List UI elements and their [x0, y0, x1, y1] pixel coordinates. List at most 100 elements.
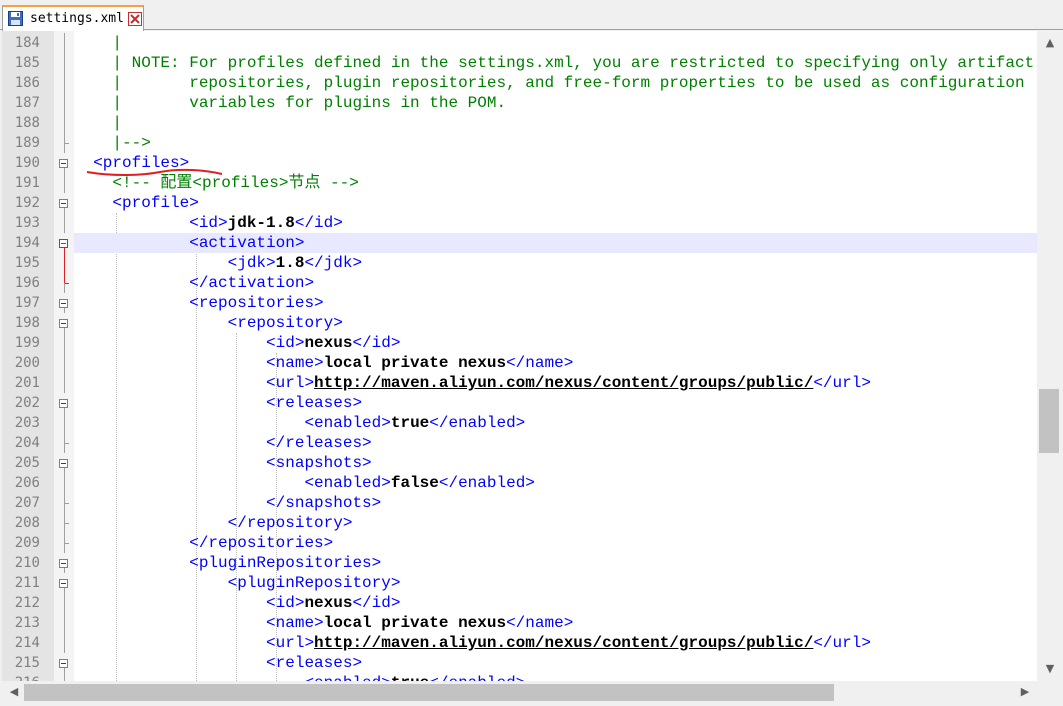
fold-guide-line — [64, 493, 65, 503]
xml-tag: <enabled> — [74, 414, 391, 432]
fold-toggle-icon[interactable] — [59, 299, 68, 308]
url-text: http://maven.aliyun.com/nexus/content/gr… — [314, 374, 814, 392]
code-line[interactable]: <enabled>false</enabled> — [74, 473, 1037, 493]
line-number: 213 — [14, 615, 40, 631]
code-line[interactable]: <repositories> — [74, 293, 1037, 313]
xml-tag: </jdk> — [304, 254, 363, 272]
line-number: 206 — [14, 475, 40, 491]
xml-tag: </url> — [813, 374, 871, 392]
code-editor[interactable]: 184 185 186 187 188 189 190 191 192 193 194 195 196 1… — [2, 31, 1037, 681]
code-line[interactable]: <name>local private nexus</name> — [74, 613, 1037, 633]
fold-toggle-icon[interactable] — [59, 319, 68, 328]
vertical-scrollbar[interactable]: ▲ ▼ — [1037, 31, 1063, 681]
code-line[interactable]: <profile> — [74, 193, 1037, 213]
code-line[interactable]: | NOTE: For profiles defined in the sett… — [74, 53, 1037, 73]
code-line[interactable]: </releases> — [74, 433, 1037, 453]
code-line[interactable]: | — [74, 113, 1037, 133]
line-number: 209 — [14, 535, 40, 551]
line-number: 184 — [14, 35, 40, 51]
fold-toggle-icon[interactable] — [59, 159, 68, 168]
scroll-down-arrow-icon[interactable]: ▼ — [1037, 659, 1063, 679]
fold-guide-line — [64, 673, 65, 681]
fold-guide-line — [64, 333, 65, 353]
xml-comment: | — [74, 34, 123, 52]
line-number: 189 — [14, 135, 40, 151]
fold-guide-line — [64, 633, 65, 653]
fold-guide-line — [64, 568, 65, 573]
code-line[interactable]: <id>nexus</id> — [74, 333, 1037, 353]
code-line[interactable]: <pluginRepository> — [74, 573, 1037, 593]
fold-guide-line — [64, 93, 65, 113]
line-number: 198 — [14, 315, 40, 331]
code-line[interactable]: <profiles> — [74, 153, 1037, 173]
fold-guide-line — [64, 503, 65, 513]
code-line[interactable]: <enabled>true</enabled> — [74, 413, 1037, 433]
code-line[interactable]: <url>http://maven.aliyun.com/nexus/conte… — [74, 373, 1037, 393]
code-line[interactable]: </activation> — [74, 273, 1037, 293]
tab-settings-xml[interactable]: settings.xml — [2, 5, 144, 31]
fold-guide-line — [64, 53, 65, 73]
code-line[interactable]: |--> — [74, 133, 1037, 153]
current-code-line[interactable]: <activation> — [74, 233, 1037, 253]
xml-text: jdk-1.8 — [227, 214, 295, 232]
xml-tag: <activation> — [74, 234, 305, 252]
line-number: 192 — [14, 195, 40, 211]
code-line[interactable]: <jdk>1.8</jdk> — [74, 253, 1037, 273]
code-line[interactable]: </snapshots> — [74, 493, 1037, 513]
code-line[interactable]: </repositories> — [74, 533, 1037, 553]
code-line[interactable]: <pluginRepositories> — [74, 553, 1037, 573]
code-line[interactable]: <url>http://maven.aliyun.com/nexus/conte… — [74, 633, 1037, 653]
code-line[interactable]: <repository> — [74, 313, 1037, 333]
fold-toggle-icon[interactable] — [59, 459, 68, 468]
xml-tag: </name> — [506, 354, 574, 372]
xml-tag: <enabled> — [74, 674, 390, 681]
scroll-up-arrow-icon[interactable]: ▲ — [1037, 33, 1063, 53]
scroll-left-arrow-icon[interactable]: ◀ — [4, 681, 24, 703]
xml-tag: <name> — [74, 354, 324, 372]
xml-tag: <jdk> — [74, 254, 276, 272]
code-line[interactable]: | — [74, 33, 1037, 53]
code-line[interactable]: <!-- 配置<profiles>节点 --> — [74, 173, 1037, 193]
fold-toggle-icon[interactable] — [59, 199, 68, 208]
fold-guide-line — [64, 283, 65, 293]
code-line[interactable]: <releases> — [74, 393, 1037, 413]
code-area[interactable]: | | NOTE: For profiles defined in the se… — [74, 31, 1037, 681]
xml-comment: <!-- 配置<profiles>节点 --> — [74, 174, 359, 192]
line-number: 215 — [14, 655, 40, 671]
code-line[interactable]: | variables for plugins in the POM. — [74, 93, 1037, 113]
code-line[interactable]: <id>nexus</id> — [74, 593, 1037, 613]
xml-tag: <id> — [74, 214, 228, 232]
horizontal-scrollbar[interactable]: ◀ ▶ — [2, 681, 1037, 703]
code-line[interactable]: <id>jdk-1.8</id> — [74, 213, 1037, 233]
fold-toggle-icon[interactable] — [59, 559, 68, 568]
code-line[interactable]: | repositories, plugin repositories, and… — [74, 73, 1037, 93]
fold-guide-line — [64, 308, 65, 313]
fold-toggle-icon[interactable] — [59, 579, 68, 588]
vertical-scroll-thumb[interactable] — [1039, 389, 1059, 454]
fold-guide-line — [64, 353, 65, 373]
tab-bar: settings.xml — [0, 0, 1063, 31]
line-number: 190 — [14, 155, 40, 171]
line-number: 186 — [14, 75, 40, 91]
xml-tag: </id> — [352, 334, 401, 352]
horizontal-scroll-thumb[interactable] — [24, 684, 834, 701]
xml-text: 1.8 — [275, 254, 305, 272]
xml-comment: | repositories, plugin repositories, and… — [74, 74, 1025, 92]
scrollbar-corner — [1037, 681, 1063, 706]
xml-tag: <pluginRepository> — [74, 574, 401, 592]
xml-tag: </name> — [506, 614, 574, 632]
code-line[interactable]: <enabled>true</enabled> — [74, 673, 1037, 681]
code-line[interactable]: <releases> — [74, 653, 1037, 673]
code-line[interactable]: <snapshots> — [74, 453, 1037, 473]
fold-guide-line — [64, 143, 65, 153]
fold-toggle-icon[interactable] — [59, 239, 68, 248]
code-line[interactable]: </repository> — [74, 513, 1037, 533]
line-number: 187 — [14, 95, 40, 111]
scroll-right-arrow-icon[interactable]: ▶ — [1015, 681, 1035, 703]
xml-comment: |--> — [74, 134, 151, 152]
xml-tag: </releases> — [74, 434, 372, 452]
fold-toggle-icon[interactable] — [59, 659, 68, 668]
close-icon[interactable] — [128, 12, 142, 26]
fold-toggle-icon[interactable] — [59, 399, 68, 408]
code-line[interactable]: <name>local private nexus</name> — [74, 353, 1037, 373]
